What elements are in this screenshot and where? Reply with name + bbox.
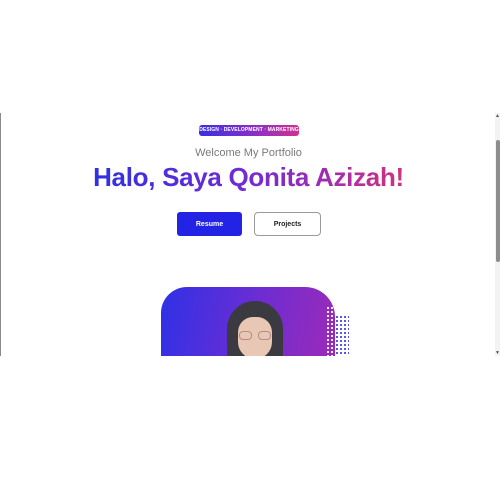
profile-photo-card	[161, 287, 335, 356]
vertical-scrollbar[interactable]: ▲ ▼	[495, 113, 500, 356]
decorative-dots-blue	[335, 315, 349, 356]
profile-photo	[225, 299, 285, 356]
projects-button[interactable]: Projects	[254, 212, 321, 236]
scrollbar-thumb[interactable]	[496, 140, 500, 262]
headline-text: Halo, Saya Qonita Azizah!	[93, 162, 404, 192]
resume-button[interactable]: Resume	[177, 212, 242, 236]
scroll-up-arrow-icon[interactable]: ▲	[495, 113, 500, 119]
scroll-down-arrow-icon[interactable]: ▼	[495, 350, 500, 356]
hero-section: DESIGN · DEVELOPMENT · MARKETING Welcome…	[1, 113, 496, 356]
glasses-lens-right	[258, 331, 271, 340]
welcome-text: Welcome My Portfolio	[195, 147, 302, 159]
decorative-dots-white	[326, 306, 334, 356]
browser-viewport: DESIGN · DEVELOPMENT · MARKETING Welcome…	[0, 113, 500, 356]
page-title: Halo, Saya Qonita Azizah!	[1, 162, 496, 193]
glasses-lens-left	[239, 331, 252, 340]
glasses-shape	[239, 331, 271, 340]
services-badge: DESIGN · DEVELOPMENT · MARKETING	[199, 125, 299, 136]
